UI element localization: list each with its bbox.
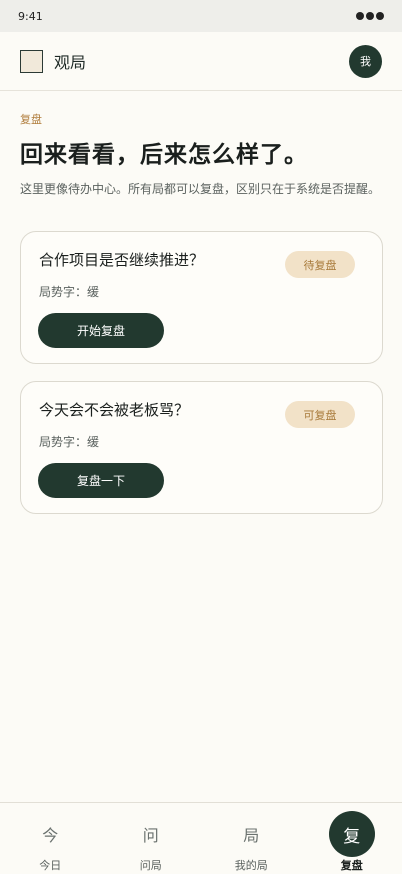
status-badge: 可复盘	[285, 401, 355, 428]
today-icon: 今	[42, 826, 59, 845]
game-icon: 局	[243, 826, 260, 845]
card-title: 今天会不会被老板骂？	[39, 401, 190, 419]
ask-icon: 问	[142, 826, 159, 845]
card-title: 合作项目是否继续推进？	[39, 251, 205, 269]
page-title: 回来看看，后来怎么样了。	[20, 142, 308, 168]
app-name: 观局	[54, 53, 87, 72]
tab-label: 复盘	[340, 859, 363, 872]
tab-label: 我的局	[234, 859, 268, 872]
review-icon: 复	[328, 811, 375, 857]
card-meta: 局势字：缓	[39, 435, 100, 449]
status-bar: 9:41	[0, 0, 402, 32]
avatar[interactable]: 我	[349, 44, 382, 78]
tab-label: 问局	[139, 859, 162, 872]
main-content: 复盘 回来看看，后来怎么样了。 这里更像待办中心。所有局都可以复盘，区别只在于系…	[20, 91, 382, 199]
review-button[interactable]: 复盘一下	[38, 463, 164, 498]
tab-my-games[interactable]: 局 我的局	[201, 803, 302, 874]
logo-icon	[20, 49, 43, 73]
tab-today[interactable]: 今 今日	[0, 803, 101, 874]
bottom-tab-bar: 今 今日 问 问局 局 我的局 复 复盘	[0, 802, 402, 874]
more-dots-icon	[356, 12, 384, 20]
status-time: 9:41	[18, 9, 43, 23]
tab-ask[interactable]: 问 问局	[101, 803, 202, 874]
app-header: 观局 我	[0, 32, 402, 91]
review-card[interactable]: 今天会不会被老板骂？ 可复盘 局势字：缓 复盘一下	[20, 381, 383, 514]
page-description: 这里更像待办中心。所有局都可以复盘，区别只在于系统是否提醒。	[20, 182, 381, 196]
section-eyebrow: 复盘	[20, 113, 42, 126]
brand: 观局	[20, 49, 86, 73]
review-card[interactable]: 合作项目是否继续推进？ 待复盘 局势字：缓 开始复盘	[20, 231, 383, 364]
start-review-button[interactable]: 开始复盘	[38, 313, 164, 348]
status-badge: 待复盘	[285, 251, 355, 278]
card-meta: 局势字：缓	[39, 285, 100, 299]
tab-review[interactable]: 复 复盘	[302, 803, 402, 874]
tab-label: 今日	[39, 859, 62, 872]
